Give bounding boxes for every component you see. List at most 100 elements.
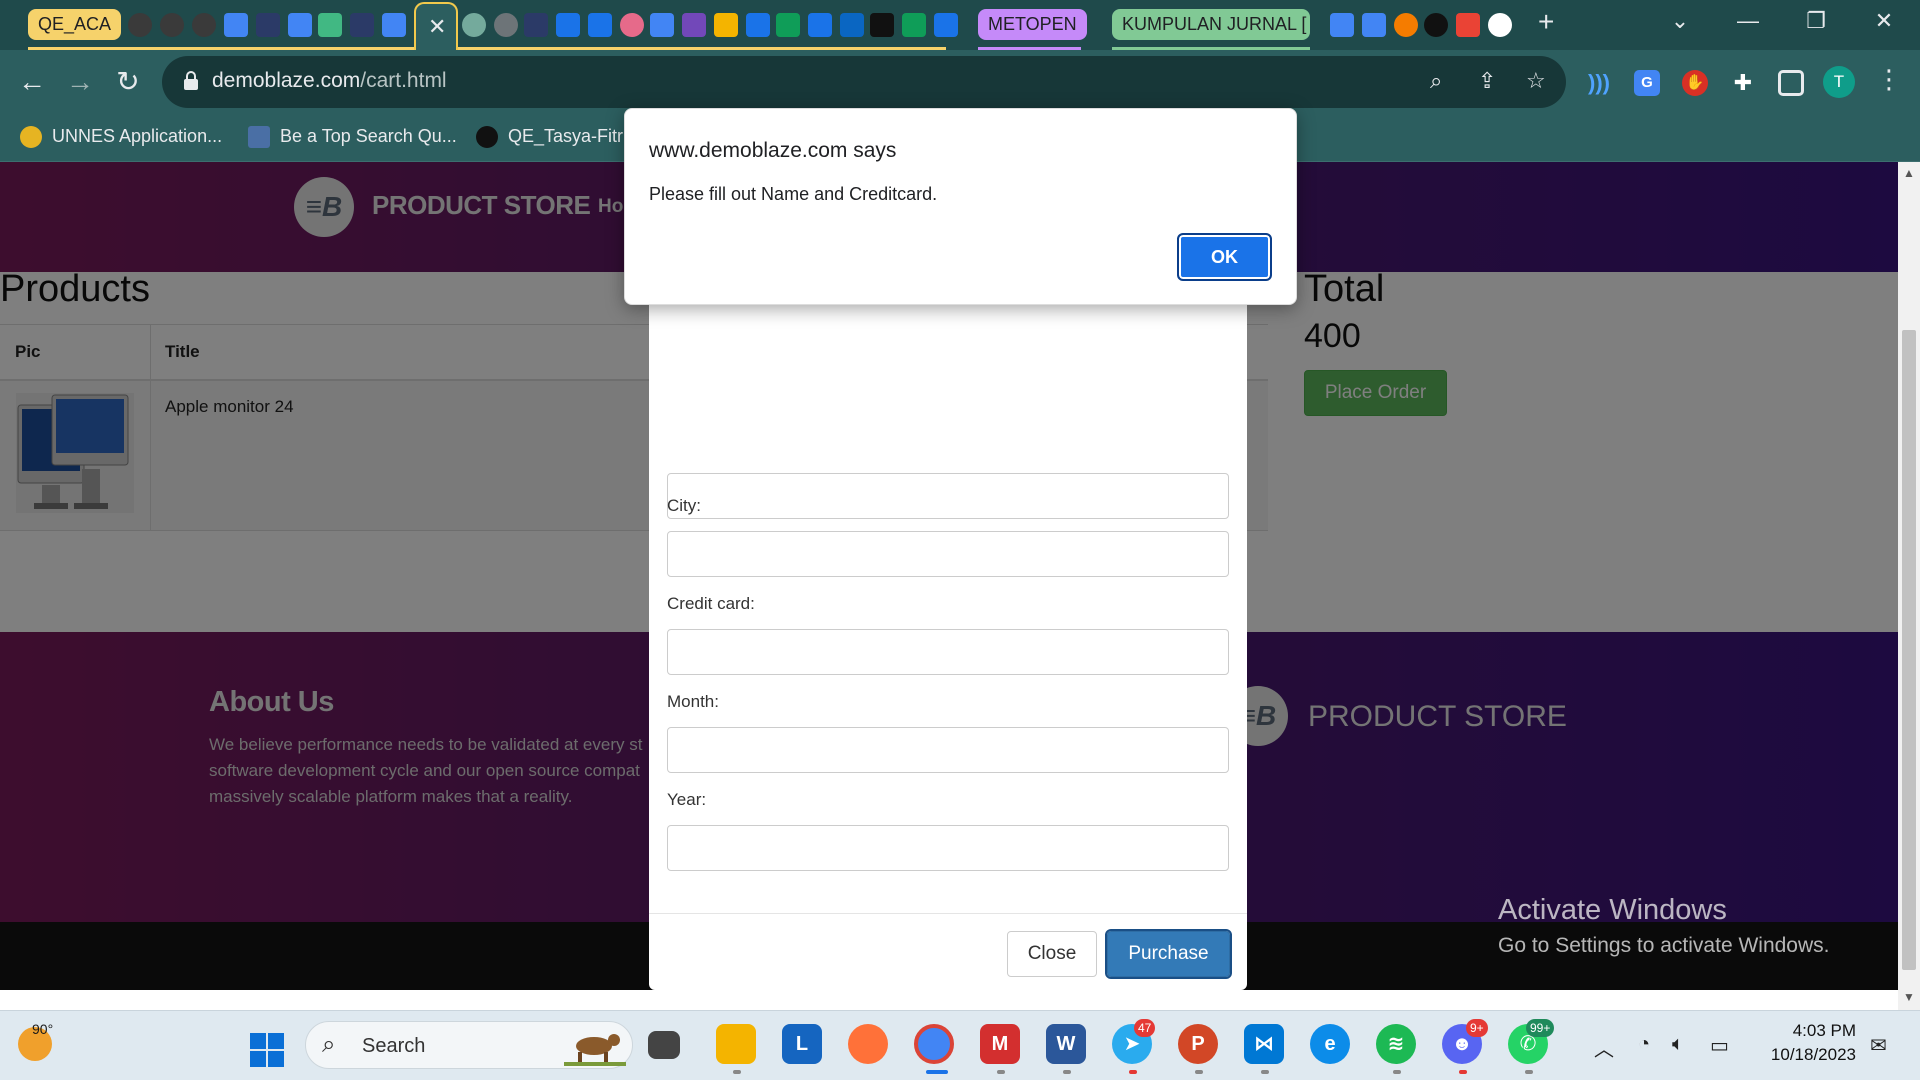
translate-icon[interactable] <box>1330 13 1354 37</box>
site-icon[interactable] <box>524 13 548 37</box>
month-label: Month: <box>667 692 719 711</box>
tiktok-icon[interactable] <box>870 13 894 37</box>
forms-icon[interactable] <box>682 13 706 37</box>
city-label: City: <box>667 496 701 515</box>
credit-card-input[interactable] <box>667 629 1229 675</box>
word-icon[interactable]: W <box>1046 1024 1086 1064</box>
battery-icon[interactable]: ▭ <box>1710 1033 1729 1058</box>
scroll-down-arrow-icon[interactable]: ▼ <box>1903 990 1915 1004</box>
site-icon[interactable] <box>256 13 280 37</box>
bookmark-search-quality[interactable]: Be a Top Search Qu... <box>248 126 457 149</box>
firefox-icon[interactable] <box>848 1024 888 1064</box>
spotify-icon[interactable]: ≋ <box>1376 1024 1416 1064</box>
adblock-icon[interactable]: ✋ <box>1682 70 1708 96</box>
notifications-icon[interactable]: ✉ <box>1870 1033 1887 1058</box>
vue-icon[interactable] <box>318 13 342 37</box>
forward-arrow-icon[interactable]: → <box>62 64 98 100</box>
plus-app-icon[interactable] <box>776 13 800 37</box>
scroll-up-arrow-icon[interactable]: ▲ <box>1903 166 1915 180</box>
task-view-icon[interactable] <box>648 1031 680 1059</box>
volume-icon[interactable]: 🔈︎ <box>1672 1033 1684 1056</box>
minimize-icon[interactable]: — <box>1728 8 1768 34</box>
scrollbar-thumb[interactable] <box>1902 330 1916 970</box>
site-icon[interactable] <box>350 13 374 37</box>
taskbar-search-box[interactable]: ⌕ Search <box>305 1021 633 1069</box>
slides-icon[interactable] <box>714 13 738 37</box>
clock-time[interactable]: 4:03 PM <box>1790 1021 1856 1041</box>
l-app-icon[interactable]: L <box>782 1024 822 1064</box>
restore-icon[interactable]: ❐ <box>1796 8 1836 34</box>
docs-icon[interactable] <box>288 13 312 37</box>
tab-search-chevron-icon[interactable]: ⌄ <box>1660 8 1700 34</box>
share-icon[interactable]: ⇪ <box>1478 68 1496 94</box>
back-arrow-icon[interactable]: ← <box>14 64 50 100</box>
read-aloud-icon[interactable]: ))) <box>1586 70 1612 96</box>
new-tab-plus-icon[interactable]: + <box>1538 6 1554 38</box>
translate-extension-icon[interactable]: G <box>1634 70 1660 96</box>
linkedin-icon[interactable] <box>840 13 864 37</box>
docs-icon[interactable] <box>224 13 248 37</box>
side-panel-icon[interactable] <box>1778 70 1804 96</box>
city-input[interactable] <box>667 531 1229 577</box>
chrome-icon[interactable] <box>914 1024 954 1064</box>
globe-icon[interactable] <box>494 13 518 37</box>
clock-date[interactable]: 10/18/2023 <box>1760 1045 1856 1065</box>
tab-group-metopen[interactable]: METOPEN <box>978 9 1087 40</box>
tray-overflow-chevron-icon[interactable]: ︿ <box>1594 1033 1614 1062</box>
start-button-windows-icon[interactable] <box>250 1033 284 1067</box>
zoom-icon[interactable] <box>934 13 958 37</box>
extensions-puzzle-icon[interactable]: ✚ <box>1730 70 1756 96</box>
tab-close-icon[interactable]: ✕ <box>428 14 446 40</box>
docs-icon[interactable] <box>1362 13 1386 37</box>
vscode-icon[interactable]: ⋈ <box>1244 1024 1284 1064</box>
url-text[interactable]: demoblaze.com/cart.html <box>212 69 447 93</box>
chatgpt-icon[interactable] <box>462 13 486 37</box>
menu-kebab-icon[interactable]: ⋮ <box>1876 64 1902 95</box>
tab-group-kumpulan-jurnal[interactable]: KUMPULAN JURNAL [ <box>1112 9 1310 40</box>
infinity-icon[interactable] <box>1424 13 1448 37</box>
active-tab[interactable]: ✕ <box>414 2 458 50</box>
close-window-icon[interactable]: ✕ <box>1864 8 1904 34</box>
activate-windows-subtitle: Go to Settings to activate Windows. <box>1498 934 1830 957</box>
circle-app-icon[interactable] <box>1394 13 1418 37</box>
profile-avatar[interactable]: T <box>1823 66 1855 98</box>
file-explorer-icon[interactable] <box>716 1024 756 1064</box>
credit-card-label: Credit card: <box>667 594 755 613</box>
alert-ok-button[interactable]: OK <box>1177 233 1272 281</box>
brain-icon[interactable] <box>620 13 644 37</box>
github-icon[interactable] <box>128 13 152 37</box>
year-input[interactable] <box>667 825 1229 871</box>
reload-icon[interactable]: ↻ <box>110 64 146 100</box>
month-input[interactable] <box>667 727 1229 773</box>
plus-app-icon[interactable] <box>902 13 926 37</box>
mendeley-icon[interactable]: M <box>980 1024 1020 1064</box>
github-icon[interactable] <box>192 13 216 37</box>
google-icon[interactable] <box>1488 13 1512 37</box>
zoom-icon[interactable] <box>808 13 832 37</box>
edge-icon[interactable]: e <box>1310 1024 1350 1064</box>
close-button[interactable]: Close <box>1007 931 1097 977</box>
docs-icon[interactable] <box>650 13 674 37</box>
wifi-icon[interactable]: ◔ <box>1638 1033 1650 1056</box>
purchase-button[interactable]: Purchase <box>1105 929 1232 979</box>
bookmark-unnes[interactable]: UNNES Application... <box>20 126 222 149</box>
place-order-modal: City: Credit card: Month: Year: Close Pu… <box>649 282 1247 990</box>
bookmark-star-icon[interactable]: ☆ <box>1526 68 1546 94</box>
zoom-icon[interactable] <box>746 13 770 37</box>
calendar-icon[interactable] <box>556 13 580 37</box>
page-scrollbar[interactable]: ▲ ▼ <box>1898 162 1920 1010</box>
name-input[interactable] <box>667 473 1229 519</box>
zoom-icon[interactable] <box>588 13 612 37</box>
discord-badge: 9+ <box>1466 1019 1488 1037</box>
docs-icon[interactable] <box>382 13 406 37</box>
lock-icon[interactable] <box>184 71 198 91</box>
tab-group-qe-aca[interactable]: QE_ACA <box>28 9 122 40</box>
zoom-icon[interactable]: ⌕ <box>1430 68 1442 94</box>
address-bar[interactable]: demoblaze.com/cart.html ⌕ ⇪ ☆ <box>162 56 1566 108</box>
bookmark-qe-tasya[interactable]: QE_Tasya-Fitria <box>476 126 637 149</box>
gmail-icon[interactable] <box>1456 13 1480 37</box>
weather-temperature[interactable]: 90° <box>32 1021 53 1037</box>
running-indicator <box>1261 1070 1269 1074</box>
github-icon[interactable] <box>160 13 184 37</box>
powerpoint-icon[interactable]: P <box>1178 1024 1218 1064</box>
